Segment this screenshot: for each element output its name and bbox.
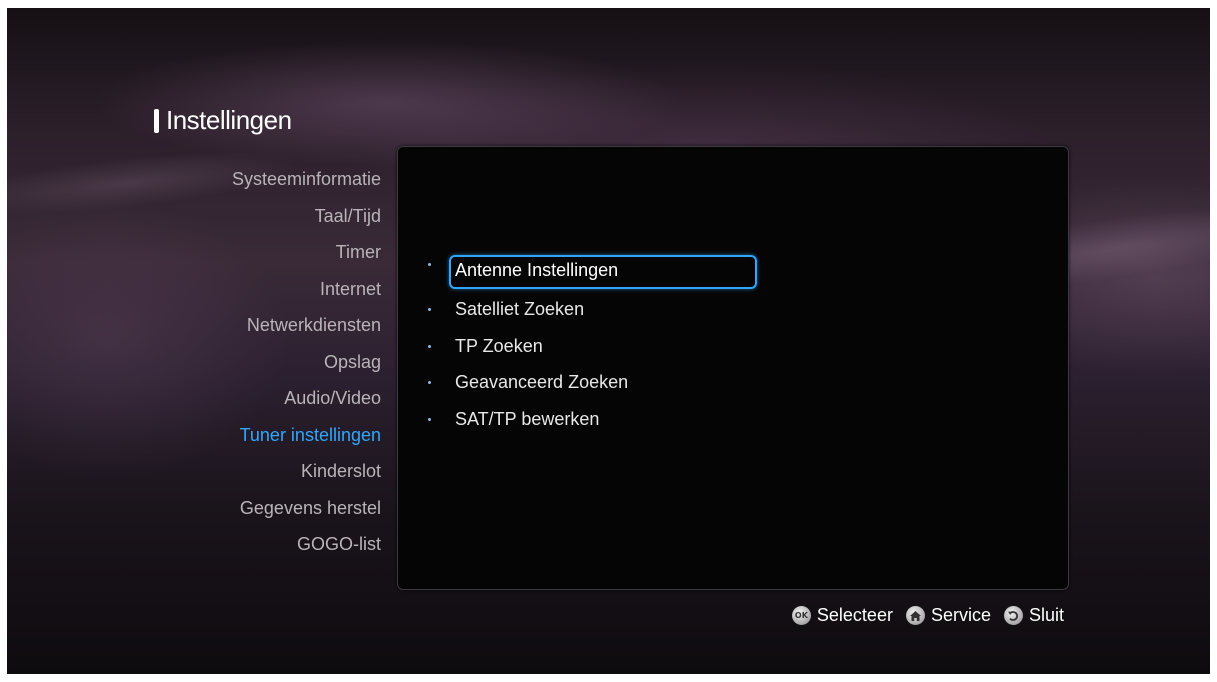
menu-item-label: Satelliet Zoeken [455, 299, 585, 320]
sidebar-item-taal-tijd[interactable]: Taal/Tijd [167, 204, 381, 241]
sidebar-item-gegevens-herstel[interactable]: Gegevens herstel [167, 496, 381, 533]
sidebar-item-netwerkdiensten[interactable]: Netwerkdiensten [167, 313, 381, 350]
menu-item-tp-zoeken[interactable]: TP Zoeken [418, 328, 1058, 365]
menu-item-geavanceerd-zoeken[interactable]: Geavanceerd Zoeken [418, 365, 1058, 402]
select-hint[interactable]: OK Selecteer [791, 605, 893, 626]
service-hint-label: Service [930, 605, 991, 625]
settings-sidebar: Systeeminformatie Taal/Tijd Timer Intern… [167, 167, 381, 569]
sidebar-item-opslag[interactable]: Opslag [167, 350, 381, 387]
tuner-submenu: Antenne Instellingen Satelliet Zoeken TP… [418, 255, 1058, 438]
bullet-icon [428, 262, 431, 266]
sidebar-item-audio-video[interactable]: Audio/Video [167, 386, 381, 423]
page-header: Instellingen [154, 105, 292, 136]
menu-item-label: Geavanceerd Zoeken [455, 372, 629, 393]
menu-item-satelliet-zoeken[interactable]: Satelliet Zoeken [418, 292, 1058, 329]
back-button-icon [1003, 606, 1023, 625]
bullet-icon [428, 381, 431, 385]
tv-screen: Instellingen Systeeminformatie Taal/Tijd… [7, 8, 1210, 674]
bullet-icon [428, 344, 431, 348]
bullet-icon [428, 308, 431, 312]
menu-item-sat-tp-bewerken[interactable]: SAT/TP bewerken [418, 401, 1058, 438]
sidebar-item-timer[interactable]: Timer [167, 240, 381, 277]
close-hint-label: Sluit [1028, 605, 1064, 625]
page-title: Instellingen [166, 105, 292, 135]
content-panel: Antenne Instellingen Satelliet Zoeken TP… [397, 146, 1069, 590]
menu-item-label: TP Zoeken [455, 335, 543, 356]
button-hints: OK Selecteer Service Sluit [779, 605, 1064, 626]
sidebar-item-systeeminformatie[interactable]: Systeeminformatie [167, 167, 381, 204]
sidebar-item-kinderslot[interactable]: Kinderslot [167, 459, 381, 496]
menu-item-label: Antenne Instellingen [455, 259, 619, 280]
ok-button-icon: OK [791, 606, 811, 625]
service-hint[interactable]: Service [905, 605, 991, 626]
title-marker-bar [154, 108, 159, 133]
sidebar-item-gogo-list[interactable]: GOGO-list [167, 532, 381, 569]
home-button-icon [905, 606, 925, 625]
bullet-icon [428, 417, 431, 421]
sidebar-item-tuner-instellingen[interactable]: Tuner instellingen [167, 423, 381, 460]
menu-item-label: SAT/TP bewerken [455, 408, 600, 429]
select-hint-label: Selecteer [816, 605, 893, 625]
sidebar-item-internet[interactable]: Internet [167, 277, 381, 314]
close-hint[interactable]: Sluit [1003, 605, 1064, 626]
menu-item-antenne-instellingen[interactable]: Antenne Instellingen [418, 255, 1058, 292]
